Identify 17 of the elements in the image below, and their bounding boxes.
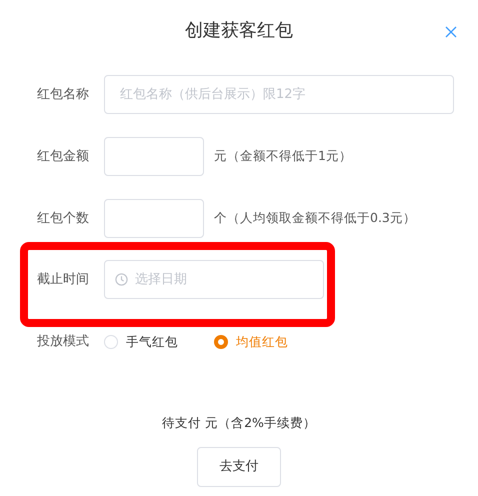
field-label: 截止时间 xyxy=(37,270,90,289)
clock-icon xyxy=(115,273,128,286)
field-label: 红包金额 xyxy=(37,148,90,166)
number-input[interactable] xyxy=(104,199,204,238)
field-hint: 个（人均领取金额不得低于0.3元） xyxy=(214,209,416,228)
name-input[interactable]: 红包名称（供后台展示）限12字 xyxy=(104,75,454,114)
dialog-title: 创建获客红包 xyxy=(185,18,293,42)
close-icon xyxy=(444,24,458,39)
field-label: 红包名称 xyxy=(37,86,90,104)
radio-option[interactable]: 手气红包 xyxy=(104,332,178,352)
field-label: 红包个数 xyxy=(37,210,90,228)
total-text: 待支付 元（含2%手续费） xyxy=(161,414,317,432)
field-label: 投放模式 xyxy=(37,333,90,352)
field-hint: 元（金额不得低于1元） xyxy=(214,147,352,166)
date-field[interactable]: 选择日期 xyxy=(104,260,324,299)
number-input[interactable] xyxy=(104,137,204,176)
pay-button[interactable]: 去支付 xyxy=(197,446,281,487)
